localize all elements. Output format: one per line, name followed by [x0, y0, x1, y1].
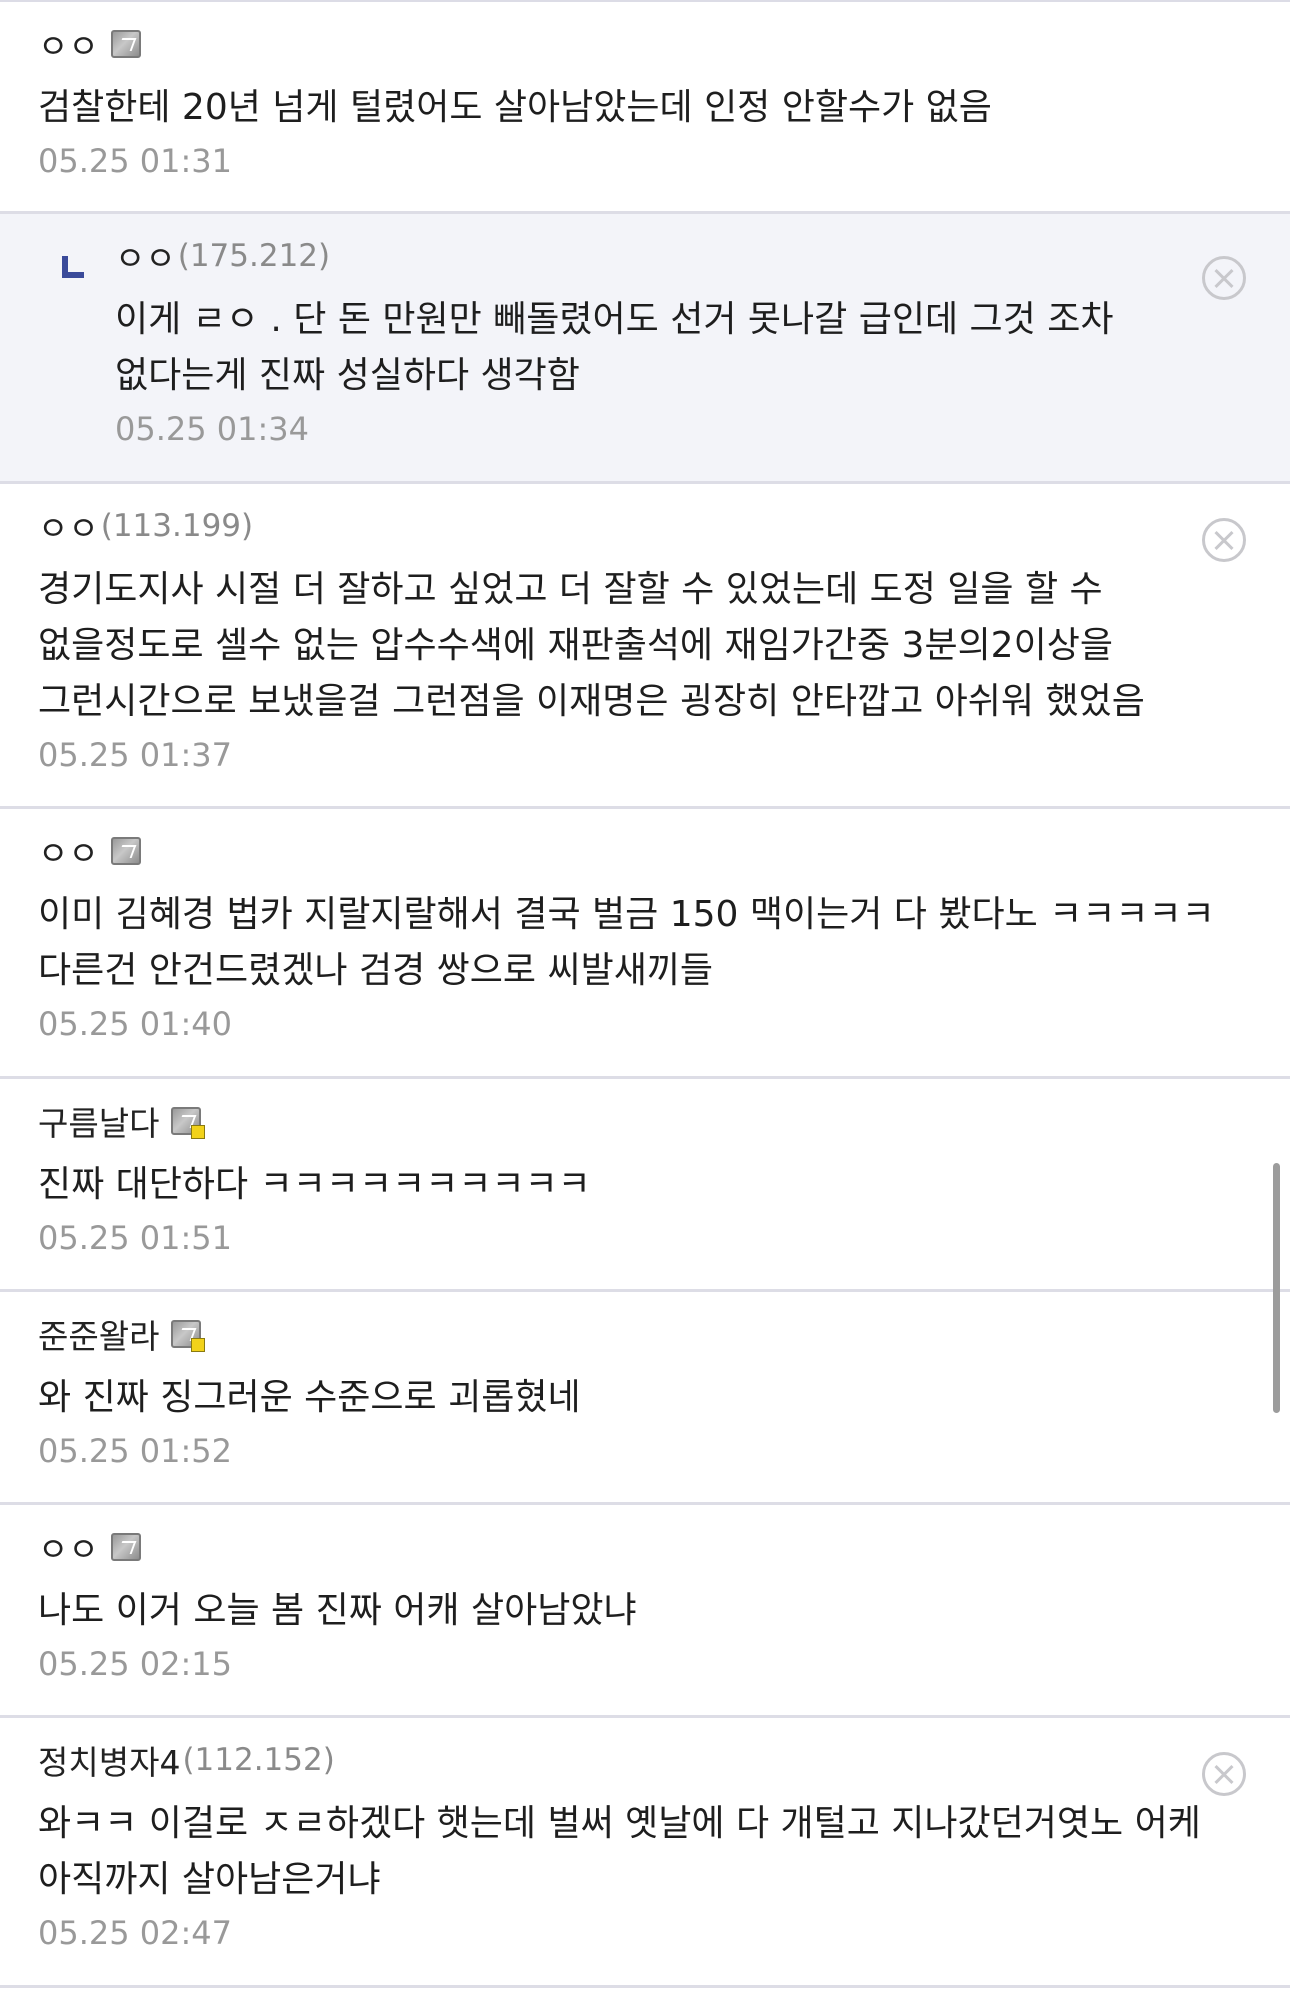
comment-text: 검찰한테 20년 넘게 털렸어도 살아남았는데 인정 안할수가 없음: [38, 87, 992, 128]
gallery-badge-icon: [171, 1107, 206, 1139]
comment-text: 이게 ㄹㅇ . 단 돈 만원만 빼돌렸어도 선거 못나갈 급인데 그것 조차 없…: [115, 299, 1114, 396]
comment-nickname[interactable]: 구름날다: [38, 1097, 159, 1145]
gallery-badge-icon: [110, 837, 141, 865]
comment-ip: (113.199): [100, 508, 254, 544]
close-circle-icon[interactable]: [1202, 518, 1246, 562]
gallery-badge-icon: [110, 30, 141, 58]
comment-item: 구름날다 진짜 대단하다 ㅋㅋㅋㅋㅋㅋㅋㅋㅋㅋ 05.25 01:51: [0, 1079, 1290, 1292]
gallery-badge-icon: [171, 1320, 206, 1352]
comment-item: 준준왈라 와 진짜 징그러운 수준으로 괴롭혔네 05.25 01:52: [0, 1292, 1290, 1505]
comment-timestamp: 05.25 01:31: [38, 142, 232, 180]
close-circle-icon[interactable]: [1202, 1752, 1246, 1796]
comment-nickname[interactable]: 정치병자4: [38, 1736, 180, 1784]
comment-text: 와ㅋㅋ 이걸로 ㅈㄹ하겠다 햇는데 벌써 옛날에 다 개털고 지나갔던거엿노 어…: [38, 1803, 1201, 1900]
gallery-badge-icon: [110, 1533, 141, 1561]
comment-timestamp: 05.25 01:52: [38, 1432, 232, 1470]
comment-nickname[interactable]: 준준왈라: [38, 1310, 159, 1358]
comment-text: 진짜 대단하다 ㅋㅋㅋㅋㅋㅋㅋㅋㅋㅋ: [38, 1164, 591, 1205]
comment-text: 와 진짜 징그러운 수준으로 괴롭혔네: [38, 1377, 581, 1418]
comment-text: 경기도지사 시절 더 잘하고 싶었고 더 잘할 수 있었는데 도정 일을 할 수…: [38, 569, 1145, 722]
comment-timestamp: 05.25 01:34: [115, 410, 309, 448]
comment-text: 이미 김혜경 법카 지랄지랄해서 결국 벌금 150 맥이는거 다 봤다노 ㅋㅋ…: [38, 894, 1215, 991]
comment-author-line: 정치병자4 (112.152): [38, 1738, 1252, 1782]
comment-timestamp: 05.25 01:37: [38, 736, 232, 774]
comment-text: 나도 이거 오늘 봄 진짜 어캐 살아남았냐: [38, 1590, 637, 1631]
comment-item: ㅇㅇ 검찰한테 20년 넘게 털렸어도 살아남았는데 인정 안할수가 없음 05…: [0, 2, 1290, 214]
scrollbar[interactable]: [1273, 1163, 1280, 1413]
comment-timestamp: 05.25 02:47: [38, 1914, 232, 1952]
comment-nickname[interactable]: ㅇㅇ: [38, 1523, 99, 1571]
comment-item: 정치병자4 (112.152) 와ㅋㅋ 이걸로 ㅈㄹ하겠다 햇는데 벌써 옛날에…: [0, 1718, 1290, 1988]
comment-author-line: ㅇㅇ: [38, 829, 1252, 873]
comment-timestamp: 05.25 01:51: [38, 1219, 232, 1257]
comment-ip: (112.152): [182, 1742, 335, 1778]
close-circle-icon[interactable]: [1202, 256, 1246, 300]
comment-item: ㅇㅇ 이미 김혜경 법카 지랄지랄해서 결국 벌금 150 맥이는거 다 봤다노…: [0, 809, 1290, 1079]
comment-author-line: 준준왈라: [38, 1312, 1252, 1356]
reply-comment-item: ㅇㅇ (175.212) 이게 ㄹㅇ . 단 돈 만원만 빼돌렸어도 선거 못나…: [0, 214, 1290, 484]
comment-author-line: ㅇㅇ (175.212): [115, 234, 1252, 278]
comment-nickname[interactable]: ㅇㅇ: [115, 232, 176, 280]
comment-author-line: ㅇㅇ (113.199): [38, 504, 1252, 548]
comment-item: ㅇㅇ (113.199) 경기도지사 시절 더 잘하고 싶었고 더 잘할 수 있…: [0, 484, 1290, 809]
comment-nickname[interactable]: ㅇㅇ: [38, 20, 99, 68]
comment-author-line: ㅇㅇ: [38, 22, 1252, 66]
comment-item: ㅇㅇ 나도 이거 오늘 봄 진짜 어캐 살아남았냐 05.25 02:15: [0, 1505, 1290, 1718]
comment-nickname[interactable]: ㅇㅇ: [38, 502, 99, 550]
comment-timestamp: 05.25 01:40: [38, 1005, 232, 1043]
comment-timestamp: 05.25 02:15: [38, 1645, 232, 1683]
comment-author-line: ㅇㅇ: [38, 1525, 1252, 1569]
reply-arrow-icon: [62, 256, 84, 278]
comment-ip: (175.212): [177, 238, 331, 274]
comment-author-line: 구름날다: [38, 1099, 1252, 1143]
comment-nickname[interactable]: ㅇㅇ: [38, 827, 99, 875]
